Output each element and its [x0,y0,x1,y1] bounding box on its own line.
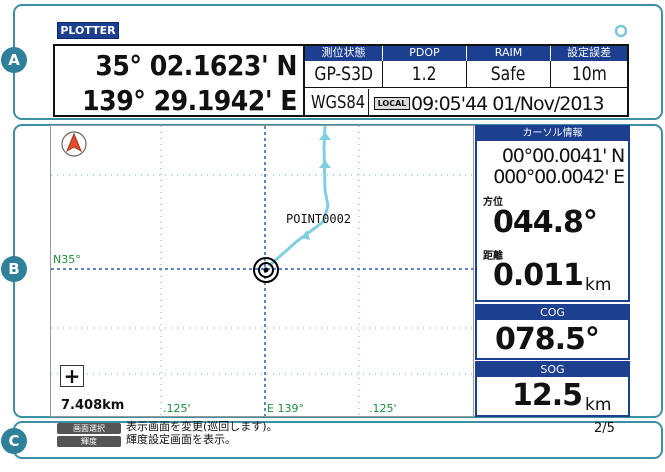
fix-status-value: GP-S3D [305,61,383,88]
mode-badge-label: PLOTTER [60,24,116,37]
marker-c: C [1,428,27,454]
zoom-in-button[interactable]: + [60,365,84,387]
sog-panel: SOG 12.5 km [475,361,630,417]
sog-label: SOG [477,363,628,377]
chart-scale: 7.408km [61,398,125,413]
page-indicator: 2/5 [594,421,615,436]
bearing-value: 044.8° [493,205,598,240]
datetime-value: 09:05'44 01/Nov/2013 [411,93,605,115]
latitude-grid-label: N35° [53,253,81,266]
softkey-brightness[interactable]: 輝度 [57,436,121,447]
local-time-badge: LOCAL [374,97,410,110]
cursor-info-title: カーソル情報 [477,127,628,141]
datum-value: WGS84 [305,89,369,117]
cog-value: 078.5° [495,322,600,357]
mode-badge: PLOTTER [57,22,119,39]
zoom-in-icon: + [63,364,81,388]
marker-b: B [1,256,27,282]
softkey-brightness-desc: 輝度設定画面を表示。 [126,433,236,446]
raim-value: Safe [467,61,551,88]
softkey-screen-select[interactable]: 画面選択 [57,423,121,434]
col-header-setting-error: 設定誤差 [551,46,627,61]
marker-a: A [1,47,27,73]
sog-value: 12.5 [512,378,583,413]
own-ship-icon [253,257,279,283]
softkey-screen-select-desc: 表示画面を変更(巡回します)。 [126,420,278,433]
cursor-latitude: 00°00.0041' N [501,145,625,167]
pdop-value: 1.2 [383,61,467,88]
status-grid: 測位状態 PDOP RAIM 設定誤差 GP-S3D 1.2 Safe 10m … [305,44,629,117]
col-header-raim: RAIM [467,46,551,61]
plotter-chart[interactable]: POINT0002 N35° .125' E 139° .125' + 7.40… [50,125,474,417]
status-ring-icon [614,24,628,38]
cog-panel: COG 078.5° [475,304,630,360]
own-longitude: 139° 29.1942' E [82,84,297,117]
col-header-fix-status: 測位状態 [305,46,383,61]
distance-unit: km [585,275,612,295]
col-header-pdop: PDOP [383,46,467,61]
sog-unit: km [585,395,612,415]
position-box: 35° 02.1623' N 139° 29.1942' E [53,44,305,117]
distance-value: 0.011 [493,258,584,293]
longitude-grid-label: E 139° [267,402,304,415]
setting-error-value: 10m [551,61,627,88]
cursor-info-panel: カーソル情報 00°00.0041' N 000°00.0042' E 方位 0… [475,125,630,302]
grid-label-right: .125' [369,402,397,415]
own-latitude: 35° 02.1623' N [95,49,297,82]
waypoint-label: POINT0002 [286,212,352,226]
cursor-longitude: 000°00.0042' E [493,166,625,188]
cog-label: COG [477,306,628,320]
grid-label-left: .125' [163,402,191,415]
